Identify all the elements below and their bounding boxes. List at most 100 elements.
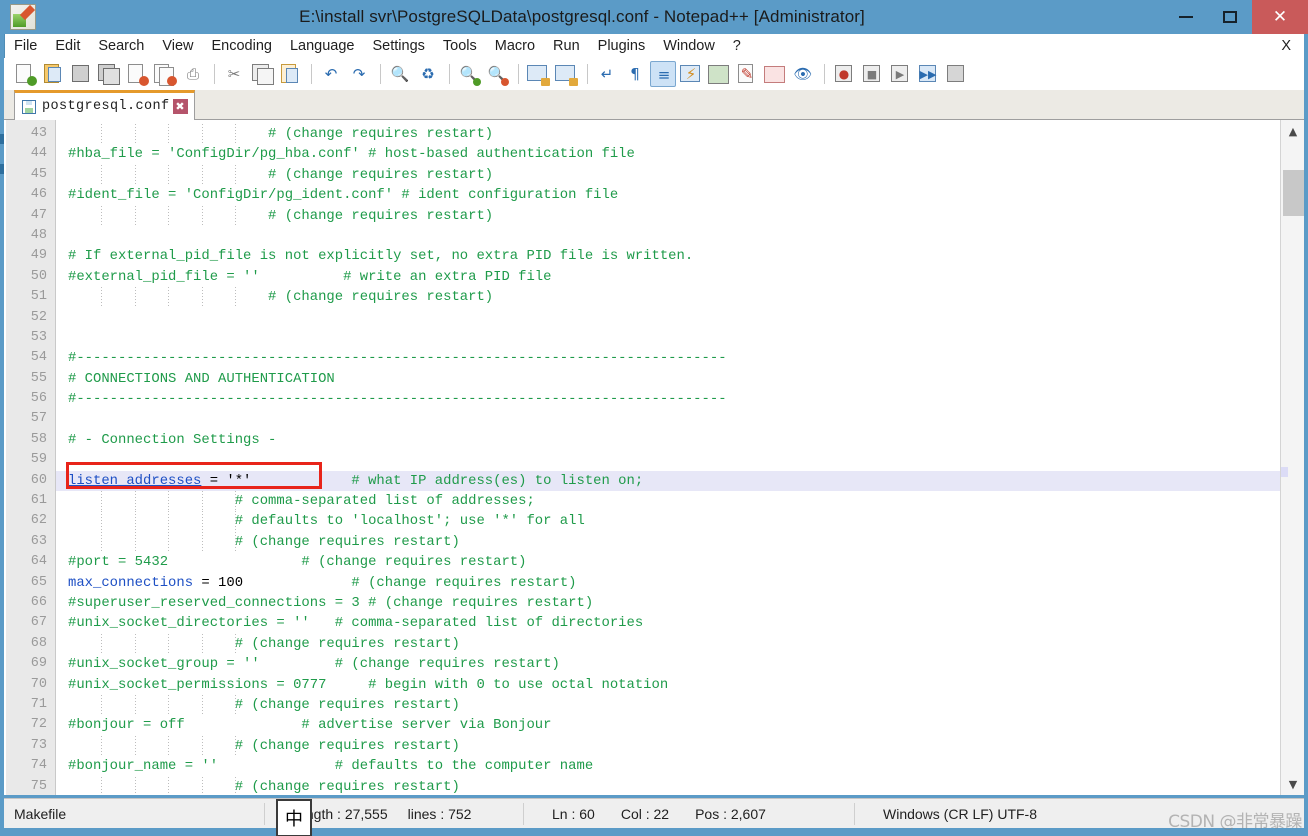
code-line[interactable]: # (change requires restart) [56,164,1304,186]
code-line[interactable]: # (change requires restart) [56,287,1304,308]
status-language[interactable]: Makefile [4,799,264,829]
scroll-up-arrow-icon[interactable]: ▲ [1281,120,1305,142]
code-line[interactable]: #bonjour = off # advertise server via Bo… [56,715,1304,735]
code-line[interactable]: # (change requires restart) [56,531,1304,553]
code-line[interactable]: # (change requires restart) [56,124,1304,145]
zoom-in-icon[interactable]: 🔍 [456,61,482,87]
ime-indicator[interactable]: 中 [276,799,312,836]
code-line[interactable] [56,409,1304,429]
close-file-icon[interactable] [124,61,150,87]
code-line[interactable]: # (change requires restart) [56,633,1304,655]
code-line-current[interactable]: listen_addresses = '*' # what IP address… [56,470,1304,492]
code-line[interactable]: # CONNECTIONS AND AUTHENTICATION [56,369,1304,389]
run-macro-multiple-icon[interactable]: ▶▶ [915,61,941,87]
user-defined-language-icon[interactable]: ⚡ [678,61,704,87]
code-line[interactable]: # (change requires restart) [56,205,1304,226]
code-line[interactable]: #---------------------------------------… [56,389,1304,409]
show-document-map-icon[interactable] [706,61,732,87]
word-wrap-icon[interactable]: ↵ [594,61,620,87]
menu-item-tools[interactable]: Tools [434,34,486,58]
code-line[interactable]: #bonjour_name = '' # defaults to the com… [56,756,1304,776]
replace-icon[interactable]: ♻ [415,61,441,87]
line-number: 47 [30,207,47,223]
sync-horizontal-scroll-icon[interactable] [553,61,579,87]
scroll-down-arrow-icon[interactable]: ▼ [1281,773,1305,795]
find-icon[interactable]: 🔍 [387,61,413,87]
code-line[interactable]: max_connections = 100 # (change requires… [56,573,1304,593]
redo-icon[interactable]: ↷ [346,61,372,87]
code-text-area[interactable]: # (change requires restart) #hba_file = '… [56,120,1304,795]
new-file-icon[interactable] [12,61,38,87]
tab-close-icon[interactable]: ✖ [172,99,188,114]
maximize-button[interactable] [1208,0,1252,34]
monitoring-icon[interactable]: 👁 [790,61,816,87]
zoom-out-icon[interactable]: 🔍 [484,61,510,87]
menu-item-window[interactable]: Window [654,34,724,58]
menu-item-run[interactable]: Run [544,34,589,58]
close-document-button[interactable]: X [1281,38,1304,54]
menu-item-file[interactable]: File [5,34,46,58]
code-line[interactable]: #external_pid_file = '' # write an extra… [56,267,1304,287]
save-all-icon[interactable] [96,61,122,87]
code-line[interactable]: #unix_socket_group = '' # (change requir… [56,654,1304,674]
code-line[interactable]: # (change requires restart) [56,694,1304,716]
show-all-characters-icon[interactable]: ¶ [622,61,648,87]
code-span: max_connections [68,574,194,591]
stop-recording-icon[interactable]: ■ [859,61,885,87]
code-line[interactable] [56,308,1304,328]
menu-item-plugins[interactable]: Plugins [589,34,655,58]
record-macro-icon[interactable]: ● [831,61,857,87]
menu-item-help[interactable]: ? [724,34,750,58]
code-line[interactable]: #port = 5432 # (change requires restart) [56,552,1304,572]
code-line[interactable]: #superuser_reserved_connections = 3 # (c… [56,593,1304,613]
code-line[interactable]: # (change requires restart) [56,735,1304,757]
vertical-scrollbar[interactable]: ▲ ▼ [1280,120,1304,795]
code-span: # (change requires restart) [68,289,494,306]
line-number: 71 [30,696,47,712]
menu-item-edit[interactable]: Edit [46,34,89,58]
playback-macro-icon[interactable]: ▶ [887,61,913,87]
menu-item-settings[interactable]: Settings [363,34,433,58]
status-encoding[interactable]: Windows (CR LF) UTF-8 [855,799,1051,829]
code-line[interactable] [56,328,1304,348]
paste-icon[interactable] [277,61,303,87]
close-button[interactable]: ✕ [1252,0,1308,34]
code-line[interactable]: # (change requires restart) [56,776,1304,795]
code-line[interactable]: # comma-separated list of addresses; [56,491,1304,512]
copy-icon[interactable] [249,61,275,87]
menu-item-view[interactable]: View [153,34,202,58]
undo-icon[interactable]: ↶ [318,61,344,87]
toolbar-separator [518,64,519,84]
scrollbar-thumb[interactable] [1283,170,1304,216]
code-line[interactable]: #unix_socket_directories = '' # comma-se… [56,613,1304,633]
folder-as-workspace-icon[interactable] [762,61,788,87]
code-line[interactable]: # defaults to 'localhost'; use '*' for a… [56,511,1304,532]
sync-vertical-scroll-icon[interactable] [525,61,551,87]
tab-postgresql-conf[interactable]: postgresql.conf ✖ [14,90,195,120]
menu-item-macro[interactable]: Macro [486,34,544,58]
code-line[interactable]: # - Connection Settings - [56,430,1304,450]
menu-item-search[interactable]: Search [89,34,153,58]
code-span: #ident_file = 'ConfigDir/pg_ident.conf' … [68,187,619,204]
indent-guide [201,164,203,186]
menu-item-language[interactable]: Language [281,34,364,58]
code-line[interactable]: #---------------------------------------… [56,348,1304,368]
save-icon[interactable] [68,61,94,87]
menu-item-encoding[interactable]: Encoding [203,34,281,58]
function-list-icon[interactable]: ✎ [734,61,760,87]
cut-icon[interactable]: ✂ [221,61,247,87]
minimize-button[interactable] [1164,0,1208,34]
code-line[interactable]: # If external_pid_file is not explicitly… [56,246,1304,266]
indent-guideline-icon[interactable]: ≡ [650,61,676,87]
code-line[interactable]: #ident_file = 'ConfigDir/pg_ident.conf' … [56,185,1304,205]
code-line[interactable] [56,226,1304,246]
code-line[interactable]: #unix_socket_permissions = 0777 # begin … [56,675,1304,695]
close-all-files-icon[interactable] [152,61,178,87]
print-icon[interactable]: ⎙ [180,61,206,87]
run-icon[interactable] [943,61,969,87]
toolbar-separator [380,64,381,84]
open-file-icon[interactable] [40,61,66,87]
code-line[interactable]: #hba_file = 'ConfigDir/pg_hba.conf' # ho… [56,144,1304,164]
code-line[interactable] [56,450,1304,470]
indent-guide [134,205,136,226]
